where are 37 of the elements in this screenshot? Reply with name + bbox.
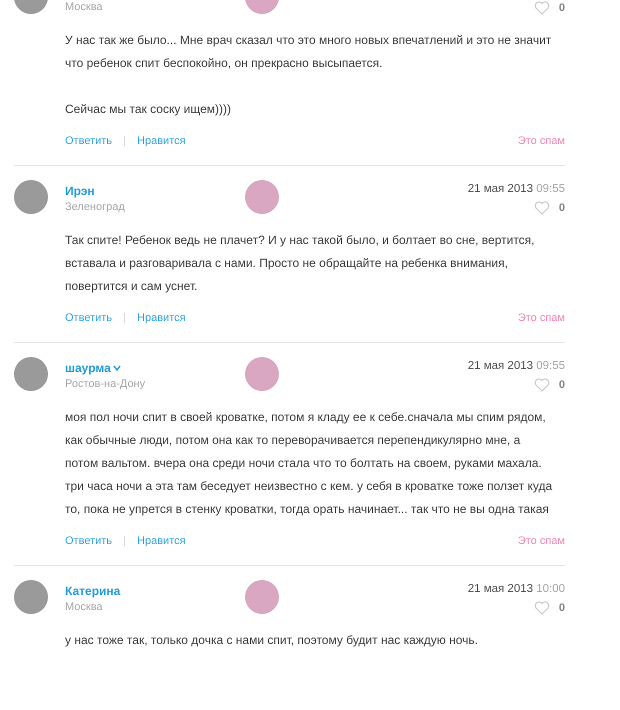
child-avatar: [245, 180, 279, 214]
like-link[interactable]: Нравится: [137, 135, 186, 147]
comment-date: 21 мая 2013 10:00: [468, 583, 565, 597]
like-count: 0: [558, 379, 565, 391]
like-link[interactable]: Нравится: [137, 535, 186, 547]
user-location: Ростов-на-Дону: [65, 378, 146, 390]
user-name[interactable]: Катерина: [65, 584, 120, 598]
reply-link[interactable]: Ответить: [65, 535, 112, 547]
comment-text: Так спите! Ребенок ведь не плачет? И у нас такой было, и болтает во сне, вертится, вставала и разговаривала с нами. Просто не обращайте на ребенка внимания, повертится и сам уснет.: [65, 232, 536, 295]
comment-text: У нас так же было... Мне врач сказал что это много новых впечатлений и это не значит что ребенок спит беспокойно, он прекрасно высыпается. Сейчас мы так соску ищем)))): [65, 32, 552, 118]
spam-link[interactable]: Это спам: [518, 312, 565, 324]
comment-text: у нас тоже так, только дочка с нами спит, поэтому будит нас каждую ночь.: [65, 632, 480, 649]
heart-icon[interactable]: [534, 201, 550, 215]
reply-link[interactable]: Ответить: [65, 135, 112, 147]
avatar[interactable]: [14, 580, 48, 614]
heart-icon[interactable]: [534, 378, 550, 392]
avatar[interactable]: [14, 357, 48, 391]
user-name[interactable]: шаурма: [65, 360, 111, 374]
user-location: Зеленоград: [65, 201, 126, 213]
comment-date: 21 мая 2013 09:55: [468, 360, 565, 374]
user-location: Москва: [65, 601, 104, 613]
heart-icon[interactable]: [534, 601, 550, 615]
heart-icon[interactable]: [534, 1, 550, 15]
reply-link[interactable]: Ответить: [65, 312, 112, 324]
child-avatar: [245, 580, 279, 614]
spam-link[interactable]: Это спам: [518, 535, 565, 547]
like-link[interactable]: Нравится: [137, 312, 186, 324]
comment-date: 21 мая 2013 09:55: [468, 183, 565, 197]
like-count: 0: [558, 2, 565, 14]
user-location: Москва: [65, 1, 104, 13]
spam-link[interactable]: Это спам: [518, 135, 565, 147]
child-avatar: [245, 357, 279, 391]
like-count: 0: [558, 202, 565, 214]
user-name[interactable]: Ирэн: [65, 184, 95, 198]
comment-text: моя пол ночи спит в своей кроватке, потом я кладу ее к себе.сначала мы спим рядом, как обычные люди, потом она как то переворачивается перепендикулярно мне, а потом вальтом. вчера она среди ночи стала что то болтать на своем, руками махала. три часа ночи а эта там беседует неизвестно с кем. у себя в кроватке тоже ползет куда то, пока не упрется в стенку кроватки, тогда орать начинает... так что не вы одна такая: [65, 409, 554, 518]
avatar[interactable]: [14, 180, 48, 214]
like-count: 0: [558, 602, 565, 614]
